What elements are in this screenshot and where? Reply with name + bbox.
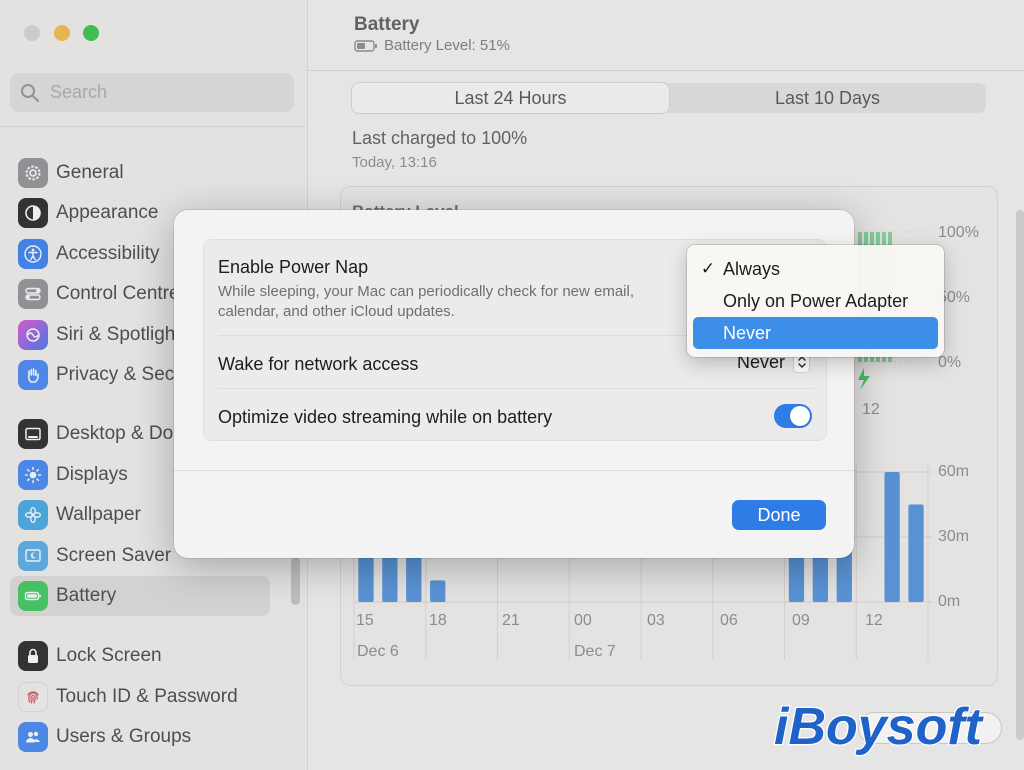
- menu-item-label: Only on Power Adapter: [723, 290, 909, 311]
- menu-item-only-on-power-adapter[interactable]: Only on Power Adapter: [693, 285, 938, 317]
- toggle-knob: [790, 406, 810, 426]
- power-nap-popup-menu: ✓ Always Only on Power Adapter Never: [687, 245, 944, 357]
- optimize-video-label: Optimize video streaming while on batter…: [218, 407, 553, 427]
- checkmark-icon: ✓: [700, 259, 716, 278]
- menu-item-label: Always: [723, 258, 781, 279]
- optimize-video-toggle[interactable]: [774, 404, 812, 428]
- done-button[interactable]: Done: [732, 500, 826, 530]
- menu-item-label: Never: [723, 322, 772, 343]
- wake-network-label: Wake for network access: [218, 354, 419, 374]
- svg-text:iBoysoft: iBoysoft: [774, 698, 985, 756]
- menu-item-never[interactable]: Never: [693, 317, 938, 349]
- dialog-footer-divider: [174, 470, 854, 471]
- system-settings-window: General Appearance Accessibility Control…: [0, 0, 1024, 770]
- row-divider: [218, 388, 814, 389]
- menu-item-always[interactable]: ✓ Always: [693, 253, 938, 285]
- power-nap-label: Enable Power Nap: [218, 257, 369, 277]
- iboysoft-logo: iBoysoft: [773, 697, 986, 756]
- power-nap-description: While sleeping, your Mac can periodicall…: [218, 283, 635, 320]
